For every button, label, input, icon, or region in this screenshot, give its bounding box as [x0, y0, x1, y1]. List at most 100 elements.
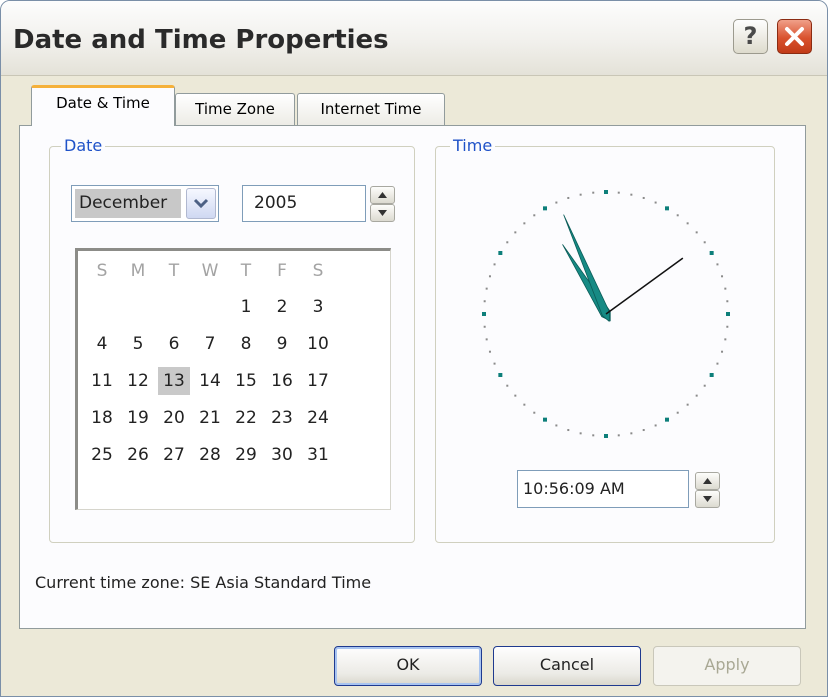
calendar-day[interactable]: 17 — [302, 367, 334, 395]
calendar-day[interactable]: 26 — [122, 441, 154, 469]
calendar-day[interactable]: 3 — [302, 293, 334, 321]
calendar-day[interactable]: 16 — [266, 367, 298, 395]
month-dropdown-button[interactable] — [186, 188, 216, 219]
clock-minute-mark — [630, 193, 633, 196]
tab-label: Internet Time — [320, 100, 422, 118]
year-input[interactable]: 2005 — [242, 185, 366, 222]
clock-minute-mark — [485, 338, 488, 341]
chevron-down-icon — [193, 198, 209, 209]
clock-minute-mark — [726, 300, 729, 303]
clock-minute-mark — [716, 263, 719, 266]
help-button[interactable]: ? — [733, 19, 768, 54]
calendar-day[interactable]: 11 — [86, 367, 118, 395]
clock-minute-mark — [579, 432, 582, 435]
calendar-day[interactable]: 30 — [266, 441, 298, 469]
calendar-day[interactable]: 24 — [302, 404, 334, 432]
tab-internet-time[interactable]: Internet Time — [297, 93, 445, 126]
weekday-header: T — [240, 261, 252, 281]
calendar-day[interactable]: 4 — [86, 330, 118, 358]
calendar-day[interactable]: 21 — [194, 404, 226, 432]
clock-minute-mark — [686, 403, 689, 406]
year-up-button[interactable] — [370, 186, 395, 204]
time-down-button[interactable] — [695, 490, 720, 508]
clock-minute-mark — [592, 434, 595, 437]
clock-minute-mark — [533, 411, 536, 414]
clock-minute-hand — [563, 214, 611, 323]
time-up-button[interactable] — [695, 472, 720, 490]
time-spinner[interactable] — [695, 472, 720, 508]
calendar-day[interactable]: 10 — [302, 330, 334, 358]
weekday-header: W — [201, 261, 219, 281]
clock-minute-mark — [721, 350, 724, 353]
calendar-day[interactable]: 7 — [194, 330, 226, 358]
clock-minute-mark — [716, 362, 719, 365]
clock-minute-mark — [726, 325, 729, 328]
clock-hour-mark — [543, 417, 547, 422]
clock-minute-mark — [483, 325, 486, 328]
clock-minute-mark — [514, 231, 517, 234]
calendar-day[interactable]: 6 — [158, 330, 190, 358]
year-spinner[interactable] — [370, 186, 395, 222]
cancel-button[interactable]: Cancel — [493, 646, 641, 686]
close-button[interactable] — [777, 19, 812, 54]
clock-hour-mark — [498, 373, 503, 377]
calendar-grid[interactable]: S M T W T F S 1 2 3 4 5 6 7 8 9 10 11 12 13 14 15 16 17 18 19 20 21… — [75, 248, 391, 510]
month-dropdown[interactable]: December — [71, 185, 219, 222]
clock-hour-mark — [726, 312, 730, 316]
calendar-day[interactable]: 19 — [122, 404, 154, 432]
calendar-day[interactable]: 15 — [230, 367, 262, 395]
calendar-day[interactable]: 23 — [266, 404, 298, 432]
calendar-day[interactable]: 2 — [266, 293, 298, 321]
clock-minute-mark — [617, 191, 620, 194]
month-value: December — [75, 189, 181, 218]
arrow-down-icon — [378, 210, 387, 216]
tab-date-time[interactable]: Date & Time — [31, 85, 175, 126]
calendar-day-selected[interactable]: 13 — [158, 367, 190, 395]
ok-button[interactable]: OK — [334, 646, 482, 686]
tab-time-zone[interactable]: Time Zone — [175, 93, 295, 126]
calendar-day[interactable]: 12 — [122, 367, 154, 395]
calendar-day[interactable]: 9 — [266, 330, 298, 358]
weekday-header: T — [168, 261, 180, 281]
date-group-label: Date — [61, 137, 106, 155]
calendar-day[interactable]: 1 — [230, 293, 262, 321]
clock-minute-mark — [555, 201, 558, 204]
calendar-day[interactable]: 27 — [158, 441, 190, 469]
clock-minute-mark — [488, 350, 491, 353]
clock-hour-mark — [709, 251, 714, 255]
clock-hour-mark — [604, 434, 608, 438]
date-time-properties-window: Date and Time Properties ? Date & Time T… — [0, 0, 828, 697]
time-input[interactable]: 10:56:09 AM — [517, 470, 689, 508]
calendar-day[interactable]: 14 — [194, 367, 226, 395]
clock-minute-mark — [724, 338, 727, 341]
apply-button[interactable]: Apply — [653, 646, 801, 686]
year-down-button[interactable] — [370, 204, 395, 222]
clock-minute-mark — [533, 214, 536, 217]
clock-hour-mark — [665, 417, 669, 422]
clock-minute-mark — [724, 287, 727, 290]
calendar-day[interactable]: 31 — [302, 441, 334, 469]
calendar-day[interactable]: 25 — [86, 441, 118, 469]
calendar-day[interactable]: 18 — [86, 404, 118, 432]
clock-minute-mark — [514, 394, 517, 397]
calendar-day[interactable]: 22 — [230, 404, 262, 432]
clock-minute-mark — [523, 403, 526, 406]
clock-second-hand — [605, 257, 684, 315]
clock-minute-mark — [483, 300, 486, 303]
clock-minute-mark — [695, 231, 698, 234]
calendar-day[interactable]: 20 — [158, 404, 190, 432]
analog-clock — [482, 190, 730, 438]
clock-minute-mark — [567, 196, 570, 199]
calendar-day[interactable]: 28 — [194, 441, 226, 469]
clock-minute-mark — [567, 429, 570, 432]
title-bar[interactable]: Date and Time Properties ? — [1, 1, 827, 76]
clock-minute-mark — [506, 384, 509, 387]
clock-hour-mark — [665, 206, 669, 211]
arrow-up-icon — [378, 192, 387, 198]
calendar-day[interactable]: 29 — [230, 441, 262, 469]
weekday-header: F — [277, 261, 287, 281]
clock-minute-mark — [695, 394, 698, 397]
calendar-day[interactable]: 8 — [230, 330, 262, 358]
clock-minute-mark — [493, 263, 496, 266]
calendar-day[interactable]: 5 — [122, 330, 154, 358]
